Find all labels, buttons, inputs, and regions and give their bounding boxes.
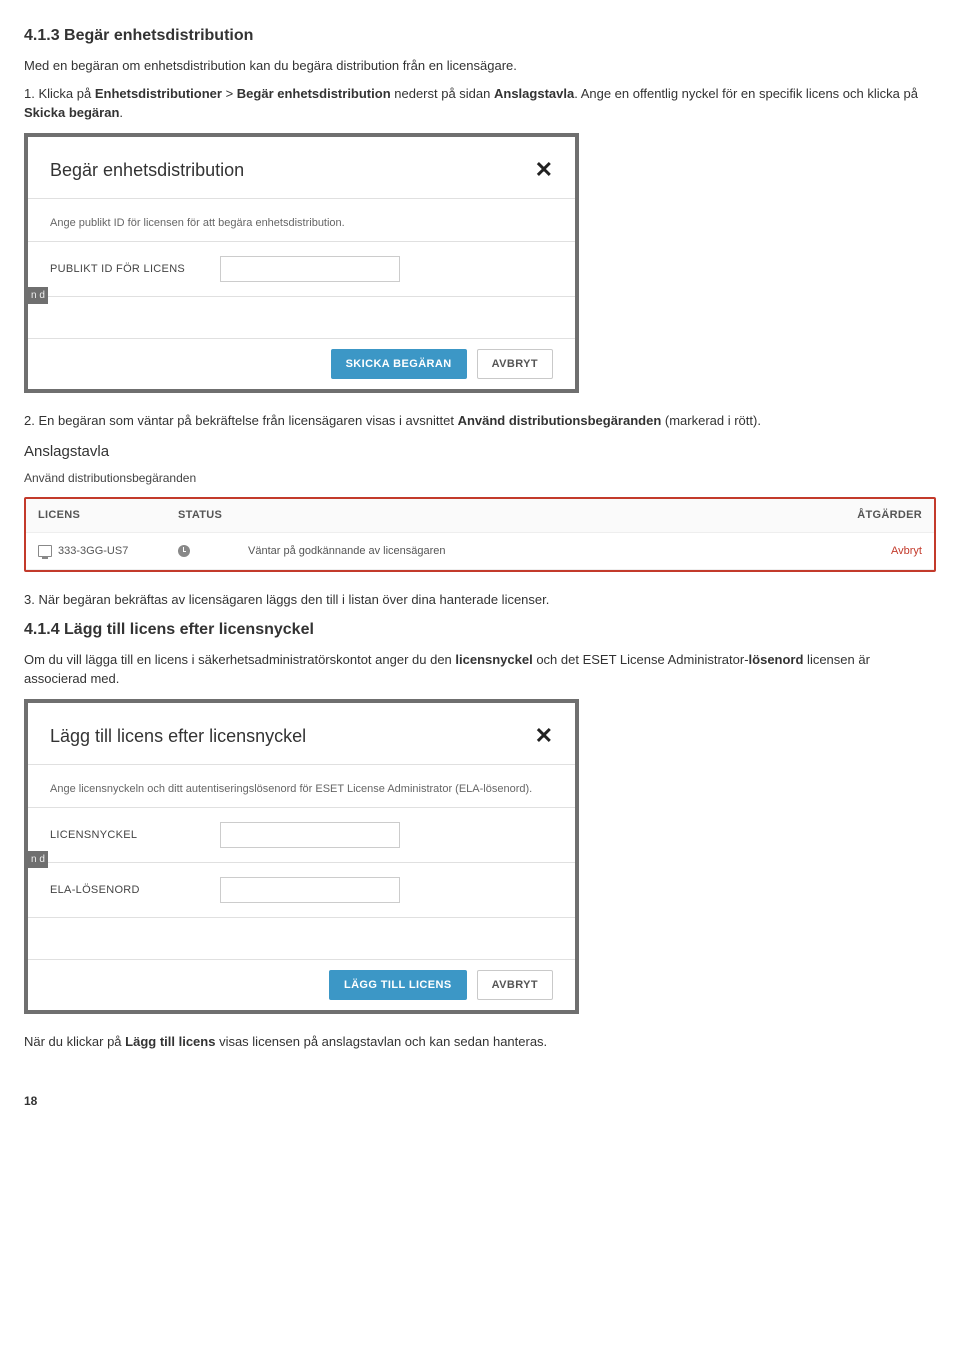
monitor-icon (38, 545, 52, 557)
step1-bold1: Enhetsdistributioner (95, 86, 222, 101)
closing-bold: Lägg till licens (125, 1034, 215, 1049)
cancel-button[interactable]: AVBRYT (477, 349, 553, 379)
modal-request-distribution: Begär enhetsdistribution ✕ Ange publikt … (24, 133, 579, 394)
cancel-button[interactable]: AVBRYT (477, 970, 553, 1000)
closing-text: När du klickar på Lägg till licens visas… (24, 1032, 936, 1052)
section-413-heading: 4.1.3 Begär enhetsdistribution (24, 24, 936, 48)
s414-bold1: licensnyckel (455, 652, 532, 667)
section-414-intro: Om du vill lägga till en licens i säkerh… (24, 650, 936, 689)
step1-mid2: nederst på sidan (391, 86, 494, 101)
section-414-heading: 4.1.4 Lägg till licens efter licensnycke… (24, 618, 936, 642)
step2-suffix: (markerad i rött). (661, 413, 761, 428)
clock-icon (178, 545, 190, 557)
row-msg: Väntar på godkännande av licensägaren (248, 543, 842, 560)
s414-mid: och det ESET License Administrator- (533, 652, 749, 667)
modal2-field2-label: ELA-LÖSENORD (50, 882, 200, 899)
table-row: 333-3GG-US7 Väntar på godkännande av lic… (26, 533, 934, 571)
step1-bold3: Anslagstavla (494, 86, 574, 101)
modal2-spacer (28, 917, 575, 959)
step1-end: . (119, 105, 123, 120)
page-number: 18 (24, 1092, 936, 1110)
s414-bold2: lösenord (749, 652, 804, 667)
modal2-desc: Ange licensnyckeln och ditt autentiserin… (28, 764, 575, 808)
anslagstavla-block: Anslagstavla Använd distributionsbegäran… (24, 441, 936, 573)
th-status: STATUS (178, 507, 248, 524)
step-2: 2. En begäran som väntar på bekräftelse … (24, 411, 936, 431)
step1-mid1: > (222, 86, 237, 101)
row-cancel-link[interactable]: Avbryt (891, 545, 922, 557)
s414-prefix: Om du vill lägga till en licens i säkerh… (24, 652, 455, 667)
step-3: 3. När begäran bekräftas av licensägaren… (24, 590, 936, 610)
anslagstavla-sub: Använd distributionsbegäranden (24, 469, 936, 487)
requests-table: LICENS STATUS ÅTGÄRDER 333-3GG-US7 Vänta… (24, 497, 936, 572)
add-license-button[interactable]: LÄGG TILL LICENS (329, 970, 467, 1000)
license-key-input[interactable] (220, 822, 400, 848)
section-413-intro: Med en begäran om enhetsdistribution kan… (24, 56, 936, 76)
table-header: LICENS STATUS ÅTGÄRDER (26, 499, 934, 533)
closing-prefix: När du klickar på (24, 1034, 125, 1049)
modal1-field-label: PUBLIKT ID FÖR LICENS (50, 261, 200, 278)
step1-mid3: . Ange en offentlig nyckel för en specif… (574, 86, 918, 101)
step2-bold: Använd distributionsbegäranden (458, 413, 662, 428)
close-icon[interactable]: ✕ (535, 159, 553, 181)
closing-suffix: visas licensen på anslagstavlan och kan … (215, 1034, 547, 1049)
th-licens: LICENS (38, 507, 178, 524)
step1-bold2: Begär enhetsdistribution (237, 86, 391, 101)
step-1: 1. Klicka på Enhetsdistributioner > Begä… (24, 84, 936, 123)
modal2-title: Lägg till licens efter licensnyckel (50, 723, 306, 750)
modal1-desc: Ange publikt ID för licensen för att beg… (28, 198, 575, 242)
ela-password-input[interactable] (220, 877, 400, 903)
send-request-button[interactable]: SKICKA BEGÄRAN (331, 349, 467, 379)
public-license-id-input[interactable] (220, 256, 400, 282)
anslagstavla-title: Anslagstavla (24, 441, 936, 464)
modal2-field1-label: LICENSNYCKEL (50, 827, 200, 844)
modal1-title: Begär enhetsdistribution (50, 157, 244, 184)
modal-add-license: Lägg till licens efter licensnyckel ✕ An… (24, 699, 579, 1015)
step1-prefix: 1. Klicka på (24, 86, 95, 101)
th-actions: ÅTGÄRDER (842, 507, 922, 524)
row-licens: 333-3GG-US7 (58, 543, 128, 560)
step1-bold4: Skicka begäran (24, 105, 119, 120)
close-icon[interactable]: ✕ (535, 725, 553, 747)
modal1-spacer (28, 296, 575, 338)
step2-prefix: 2. En begäran som väntar på bekräftelse … (24, 413, 458, 428)
